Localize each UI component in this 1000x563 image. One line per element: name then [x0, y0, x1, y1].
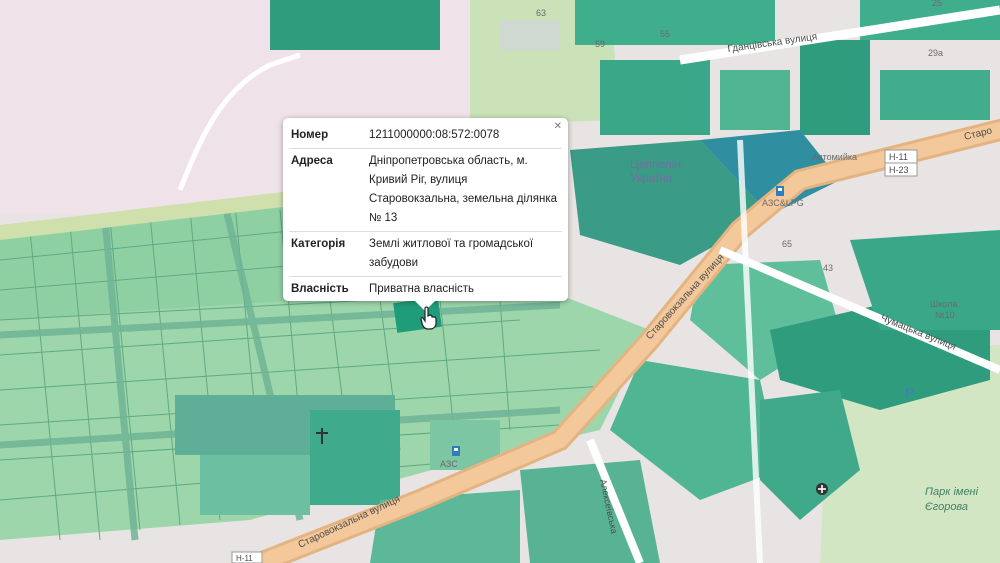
- address-value: Дніпропетровська область, м. Кривий Ріг,…: [367, 148, 562, 232]
- info-key: Категорія: [289, 231, 367, 277]
- svg-text:43: 43: [823, 263, 833, 273]
- place-label: №10: [935, 310, 955, 320]
- info-row-ownership: Власність Приватна власність: [289, 276, 562, 302]
- parcel-block: [310, 410, 400, 505]
- svg-text:55: 55: [660, 29, 670, 39]
- close-icon[interactable]: ✕: [554, 121, 562, 132]
- svg-text:63: 63: [536, 8, 546, 18]
- fuel-icon: [776, 186, 784, 196]
- park-label: Парк імені: [925, 486, 979, 498]
- svg-text:Н-11: Н-11: [889, 152, 908, 162]
- place-label: Цеппелін: [630, 157, 681, 171]
- info-key: Номер: [291, 129, 329, 141]
- parcel-info-popup: ✕ Номер 1211000000:08:572:0078 Адреса Дн…: [283, 118, 568, 302]
- place-label: Школа: [930, 299, 957, 309]
- info-row-number: Номер 1211000000:08:572:0078: [289, 123, 562, 149]
- parcel-info-table: Номер 1211000000:08:572:0078 Адреса Дніп…: [289, 123, 562, 302]
- info-row-category: Категорія Землі житлової та громадської …: [289, 231, 562, 277]
- svg-text:59: 59: [595, 39, 605, 49]
- svg-text:65: 65: [782, 239, 792, 249]
- parcel-number-value: 1211000000:08:572:0078: [369, 129, 500, 141]
- fuel-icon: [452, 446, 460, 456]
- place-label: АЗС: [440, 459, 458, 469]
- info-key: Адреса: [289, 148, 367, 232]
- parcel-block: [520, 460, 660, 563]
- place-label: АЗС&LPG: [762, 198, 804, 208]
- svg-text:P: P: [905, 385, 914, 401]
- svg-text:Н-23: Н-23: [889, 165, 909, 175]
- ownership-value: Приватна власність: [367, 276, 562, 302]
- hand-pointer-icon: [420, 306, 437, 330]
- svg-text:25: 25: [932, 0, 942, 8]
- cross-circle-icon: [816, 483, 828, 495]
- parcel-block: [200, 455, 310, 515]
- info-key: Власність: [289, 276, 367, 302]
- svg-text:29а: 29а: [928, 48, 943, 58]
- park-label: Єгорова: [925, 501, 968, 513]
- svg-text:Н-11: Н-11: [236, 554, 253, 563]
- road-ref-shield: Н-11: [231, 551, 263, 563]
- parking-icon: P: [905, 385, 914, 401]
- info-row-address: Адреса Дніпропетровська область, м. Крив…: [289, 148, 562, 232]
- category-value: Землі житлової та громадської забудови: [367, 231, 562, 277]
- place-label: Україна: [630, 171, 673, 185]
- road-ref-shield: Н-11 Н-23: [884, 149, 918, 177]
- place-label: Автомийка: [812, 152, 857, 162]
